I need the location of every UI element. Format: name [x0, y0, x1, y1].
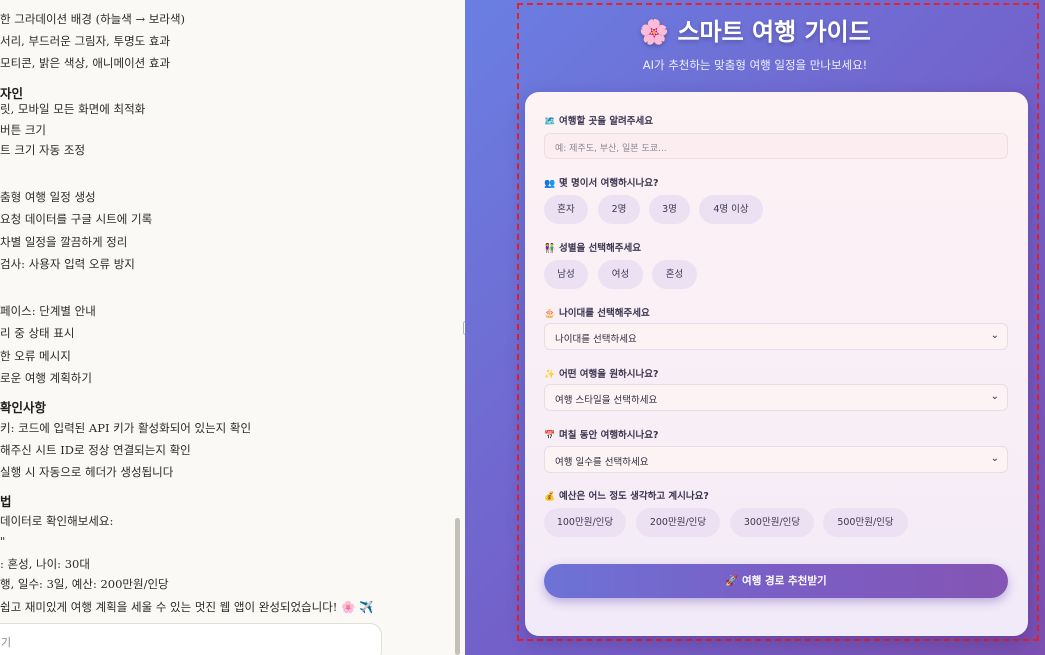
chat-scrollbar-thumb[interactable] — [455, 518, 460, 655]
chat-section-heading: 법 — [0, 494, 12, 509]
chevron-down-icon: ⌄ — [990, 330, 999, 341]
chat-input[interactable]: 기 — [0, 623, 382, 655]
age-select-value: 나이대를 선택하세요 — [555, 334, 637, 345]
gender-label: 👫 성별을 선택해주세요 — [544, 243, 641, 254]
chat-section-heading: 자인 — [0, 86, 24, 101]
budget-option-100[interactable]: 100만원/인당 — [544, 508, 626, 537]
budget-label: 💰 예산은 어느 정도 생각하고 계시나요? — [544, 491, 709, 502]
destination-input[interactable]: 예: 제주도, 부산, 일본 도쿄... — [544, 133, 1008, 159]
sparkles-icon: ✨ — [544, 370, 556, 380]
gender-option-female[interactable]: 여성 — [598, 260, 643, 289]
chat-pane: 한 그라데이션 배경 (하늘색 → 보라색) 서리, 부드러운 그림자, 투명도 … — [0, 0, 465, 655]
chat-text-line: 페이스: 단계별 안내 — [0, 304, 96, 318]
age-select[interactable]: 나이대를 선택하세요 ⌄ — [544, 323, 1008, 350]
budget-option-200[interactable]: 200만원/인당 — [636, 508, 720, 537]
style-select-value: 여행 스타일을 선택하세요 — [555, 395, 658, 406]
chat-text-line: 모티콘, 밝은 색상, 애니메이션 효과 — [0, 56, 171, 70]
chat-text-line: 행, 일수: 3일, 예산: 200만원/인당 — [0, 577, 169, 591]
app-preview: 🌸 스마트 여행 가이드 AI가 추천하는 맞춤형 여행 일정을 만나보세요! … — [465, 0, 1045, 655]
chat-text-line: 데이터로 확인해보세요: — [0, 514, 114, 528]
travel-form-card: 🗺️ 여행할 곳을 알려주세요 예: 제주도, 부산, 일본 도쿄... 👥 몇 명… — [525, 92, 1028, 636]
style-select[interactable]: 여행 스타일을 선택하세요 ⌄ — [544, 384, 1008, 411]
calendar-icon: 📅 — [544, 431, 556, 441]
gender-option-mixed[interactable]: 혼성 — [652, 260, 697, 289]
age-label: 🎂 나이대를 선택해주세요 — [544, 308, 650, 319]
budget-option-300[interactable]: 300만원/인당 — [730, 508, 814, 537]
chevron-down-icon: ⌄ — [990, 391, 999, 402]
chevron-down-icon: ⌄ — [990, 453, 999, 464]
chat-text-line: " — [0, 534, 6, 548]
people-label: 👥 몇 명이서 여행하시나요? — [544, 178, 659, 189]
chat-text-line: 트 크기 자동 조정 — [0, 143, 86, 157]
chat-text-line: 서리, 부드러운 그림자, 투명도 효과 — [0, 34, 171, 48]
chat-text-line: 차별 일정을 깔끔하게 정리 — [0, 235, 128, 249]
days-select[interactable]: 여행 일수를 선택하세요 ⌄ — [544, 446, 1008, 473]
chat-text-line: 실행 시 자동으로 헤더가 생성됩니다 — [0, 465, 174, 479]
days-select-value: 여행 일수를 선택하세요 — [555, 457, 649, 468]
chat-text-line: 버튼 크기 — [0, 123, 46, 137]
chat-text-line: 리 중 상태 표시 — [0, 326, 75, 340]
cake-icon: 🎂 — [544, 309, 556, 319]
gender-option-male[interactable]: 남성 — [544, 260, 588, 289]
people-option-2[interactable]: 2명 — [598, 195, 640, 224]
app-title: 🌸 스마트 여행 가이드 — [639, 18, 871, 46]
money-bag-icon: 💰 — [544, 492, 556, 502]
chat-section-heading: 확인사항 — [0, 400, 47, 415]
chat-text-line: 쉽고 재미있게 여행 계획을 세울 수 있는 멋진 웹 앱이 완성되었습니다! … — [0, 600, 374, 614]
couple-icon: 👫 — [544, 244, 556, 254]
chat-text-line: 한 그라데이션 배경 (하늘색 → 보라색) — [0, 12, 186, 26]
chat-text-line: 검사: 사용자 입력 오류 방지 — [0, 257, 135, 271]
app-subtitle: AI가 추천하는 맞춤형 여행 일정을 만나보세요! — [642, 58, 868, 72]
style-label: ✨ 어떤 여행을 원하시나요? — [544, 369, 659, 380]
chat-text-line: 릿, 모바일 모든 화면에 최적화 — [0, 102, 146, 116]
chat-input-placeholder: 기 — [1, 636, 12, 649]
people-icon: 👥 — [544, 179, 556, 189]
destination-label: 🗺️ 여행할 곳을 알려주세요 — [544, 116, 654, 127]
destination-placeholder: 예: 제주도, 부산, 일본 도쿄... — [555, 144, 667, 154]
chat-text-line: 요청 데이터를 구글 시트에 기록 — [0, 212, 153, 226]
recommend-route-button[interactable]: 🚀 여행 경로 추천받기 — [544, 564, 1008, 598]
chat-text-line: 키: 코드에 입력된 API 키가 활성화되어 있는지 확인 — [0, 421, 252, 435]
chat-text-line: 한 오류 메시지 — [0, 349, 71, 363]
people-option-3[interactable]: 3명 — [649, 195, 690, 224]
people-option-solo[interactable]: 혼자 — [544, 195, 588, 224]
days-label: 📅 며칠 동안 여행하시나요? — [544, 430, 659, 441]
map-icon: 🗺️ — [544, 117, 556, 127]
chat-text-line: 해주신 시트 ID로 정상 연결되는지 확인 — [0, 443, 191, 457]
people-option-4plus[interactable]: 4명 이상 — [699, 195, 763, 224]
budget-option-500[interactable]: 500만원/인당 — [823, 508, 908, 537]
chat-text-line: 로운 여행 계획하기 — [0, 371, 92, 385]
chat-text-line: 춤형 여행 일정 생성 — [0, 190, 96, 204]
chat-text-line: : 혼성, 나이: 30대 — [0, 557, 90, 571]
